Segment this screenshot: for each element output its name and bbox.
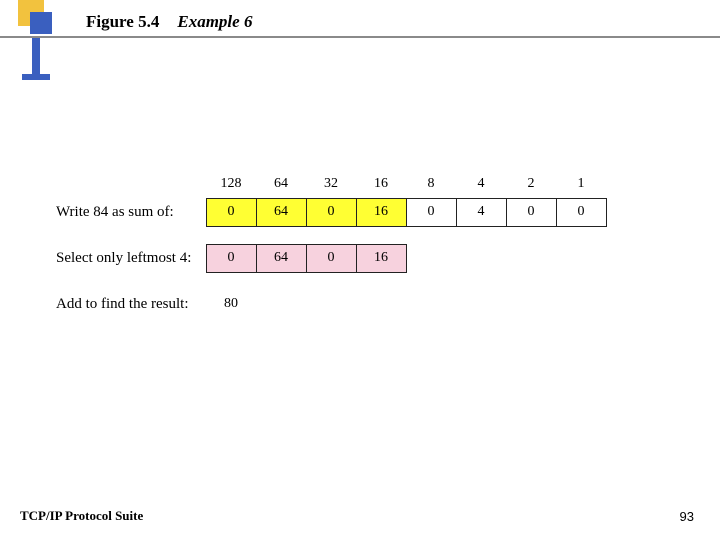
- figure-label: Figure 5.4: [86, 12, 159, 31]
- result-row-label: Add to find the result:: [56, 290, 206, 318]
- logo-stem: [32, 38, 40, 78]
- footer-title: TCP/IP Protocol Suite: [20, 508, 143, 524]
- sum-cell: 4: [456, 198, 506, 226]
- leftmost-cell: 16: [356, 244, 406, 272]
- leftmost-row-label: Select only leftmost 4:: [56, 244, 206, 272]
- weight-cell: 16: [356, 170, 406, 198]
- sum-cell: 0: [406, 198, 456, 226]
- result-value: 80: [206, 290, 256, 318]
- weight-cell: 64: [256, 170, 306, 198]
- header-rule-left: [0, 36, 18, 38]
- slide-header: Figure 5.4 Example 6: [0, 0, 720, 60]
- sum-cell: 16: [356, 198, 406, 226]
- figure-content: 128 64 32 16 8 4 2 1 Write 84 as sum of:…: [56, 170, 684, 318]
- weight-cell: 2: [506, 170, 556, 198]
- header-rule: [18, 36, 720, 38]
- sum-row: Write 84 as sum of: 0 64 0 16 0 4 0 0: [56, 198, 606, 226]
- sum-cell: 0: [306, 198, 356, 226]
- logo-foot: [22, 74, 50, 80]
- sum-cell: 0: [206, 198, 256, 226]
- sum-cell: 64: [256, 198, 306, 226]
- sum-row-label: Write 84 as sum of:: [56, 198, 206, 226]
- bit-weight-row: 128 64 32 16 8 4 2 1: [56, 170, 606, 198]
- weight-cell: 8: [406, 170, 456, 198]
- weight-cell: 1: [556, 170, 606, 198]
- title-wrap: Figure 5.4 Example 6: [86, 12, 252, 32]
- sum-cell: 0: [556, 198, 606, 226]
- page-number: 93: [680, 509, 694, 524]
- leftmost-cell: 64: [256, 244, 306, 272]
- result-row: Add to find the result: 80: [56, 290, 606, 318]
- logo-square-blue: [30, 12, 52, 34]
- example-label: Example 6: [177, 12, 252, 31]
- weight-cell: 128: [206, 170, 256, 198]
- bit-table: 128 64 32 16 8 4 2 1 Write 84 as sum of:…: [56, 170, 607, 318]
- weight-cell: 32: [306, 170, 356, 198]
- slide-logo: [18, 0, 56, 38]
- weight-cell: 4: [456, 170, 506, 198]
- sum-cell: 0: [506, 198, 556, 226]
- leftmost-cell: 0: [306, 244, 356, 272]
- leftmost-row: Select only leftmost 4: 0 64 0 16: [56, 244, 606, 272]
- leftmost-cell: 0: [206, 244, 256, 272]
